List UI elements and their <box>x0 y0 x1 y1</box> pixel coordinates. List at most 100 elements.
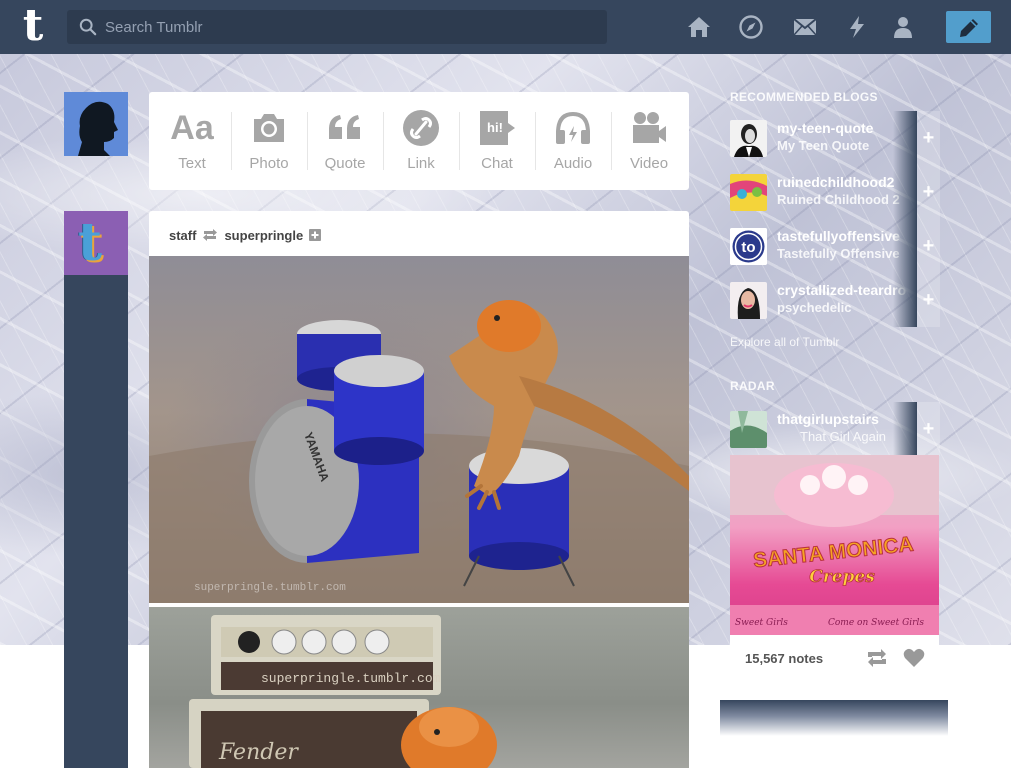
post-photo-button[interactable]: Photo <box>231 92 307 190</box>
to-logo-text: to <box>741 239 755 256</box>
like-heart-icon[interactable] <box>903 648 925 668</box>
blog-avatar[interactable] <box>730 174 767 211</box>
blog-avatar[interactable]: to <box>730 228 767 265</box>
link-icon <box>403 110 439 146</box>
man-portrait-icon <box>730 120 767 157</box>
awning-right-text: Come on Sweet Girls <box>828 618 924 628</box>
radar-title: RADAR <box>730 379 775 393</box>
post-quote-button[interactable]: Quote <box>307 92 383 190</box>
photo-watermark: superpringle.tumblr.com <box>194 582 346 594</box>
blog-avatar[interactable] <box>730 120 767 157</box>
post-link-label: Link <box>407 155 435 172</box>
post-chat-button[interactable]: hi! Chat <box>459 92 535 190</box>
post-photo-label: Photo <box>249 155 289 172</box>
blog-name[interactable]: my-teen-quote <box>777 120 907 136</box>
staff-t-logo: t <box>78 212 103 273</box>
fade-overlay <box>893 273 917 327</box>
quote-icon <box>329 115 360 139</box>
cartoon-avatar-icon <box>730 174 767 211</box>
fade-overlay <box>893 165 917 219</box>
tumblr-logo[interactable]: t <box>16 4 50 48</box>
post-chat-label: Chat <box>481 155 513 172</box>
post-text-label: Text <box>178 155 206 172</box>
follow-button[interactable]: + <box>917 219 940 273</box>
post-header: staff superpringle <box>169 227 322 243</box>
post-audio-button[interactable]: Audio <box>535 92 611 190</box>
post-text-button[interactable]: Aa Text <box>154 92 230 190</box>
blog-name[interactable]: crystallized-teardrop <box>777 282 907 298</box>
search-box[interactable] <box>67 10 607 44</box>
sign-subtext: Crepes <box>809 567 875 587</box>
post-quote-label: Quote <box>324 155 366 172</box>
fade-overlay <box>893 219 917 273</box>
post-photo-amp[interactable]: superpringle.tumblr.com Fender <box>149 607 689 768</box>
dashboard-post: staff superpringle YAMAHA superpringle.t… <box>149 211 689 768</box>
post-video-button[interactable]: Video <box>611 92 687 190</box>
blog-name[interactable]: tastefullyoffensive <box>777 228 907 244</box>
fade-overlay <box>893 402 917 456</box>
sidebar-footer-strip <box>720 700 948 736</box>
compose-button[interactable] <box>946 11 991 43</box>
notes-count[interactable]: 15,567 notes <box>745 651 823 666</box>
top-navigation-bar: t <box>0 0 1011 54</box>
amp-watermark: superpringle.tumblr.com <box>261 671 441 686</box>
blog-title: Tastefully Offensive <box>777 246 900 261</box>
account-icon[interactable] <box>890 14 916 40</box>
chat-glyph: hi! <box>487 120 503 135</box>
girl-portrait-icon <box>730 282 767 319</box>
awning-left-text: Sweet Girls <box>735 618 788 628</box>
fade-overlay <box>893 111 917 165</box>
recommended-blogs-title: RECOMMENDED BLOGS <box>730 90 878 104</box>
post-photo-drums[interactable]: YAMAHA superpringle.tumblr.com <box>149 256 689 603</box>
search-icon <box>79 18 97 36</box>
staff-avatar[interactable]: t <box>64 211 128 275</box>
lizard-drumkit-image: YAMAHA superpringle.tumblr.com <box>149 300 689 603</box>
explore-all-link[interactable]: Explore all of Tumblr <box>730 335 839 349</box>
to-logo-icon: to <box>730 228 767 265</box>
recommended-blog-item[interactable]: crystallized-teardrop psychedelic + <box>730 273 940 327</box>
recommended-blog-item[interactable]: ruinedchildhood2 Ruined Childhood 2 + <box>730 165 940 219</box>
blog-avatar[interactable] <box>730 282 767 319</box>
post-avatar-rail <box>64 211 128 768</box>
amp-brand-text: Fender <box>218 740 299 765</box>
follow-plus-icon[interactable] <box>309 229 322 241</box>
camera-icon <box>254 114 284 142</box>
headphones-icon <box>556 111 590 144</box>
blog-title: psychedelic <box>777 300 852 315</box>
follow-button[interactable]: + <box>917 165 940 219</box>
post-audio-label: Audio <box>553 155 593 172</box>
lizard-amp-image: superpringle.tumblr.com Fender <box>189 615 497 768</box>
blog-name[interactable]: ruinedchildhood2 <box>777 174 907 190</box>
radar-blog-avatar-image <box>730 411 767 448</box>
reblogged-from-link[interactable]: superpringle <box>224 228 303 243</box>
silhouette-icon <box>64 92 128 156</box>
reblog-icon <box>203 229 218 241</box>
search-input[interactable] <box>105 10 595 44</box>
radar-blog-item[interactable]: thatgirlupstairs That Girl Again + <box>730 402 940 456</box>
video-camera-icon <box>633 112 666 143</box>
recommended-blog-item[interactable]: to tastefullyoffensive Tastefully Offens… <box>730 219 940 273</box>
blog-title: Ruined Childhood 2 <box>777 192 900 207</box>
post-video-label: Video <box>629 155 669 172</box>
follow-button[interactable]: + <box>917 111 940 165</box>
blog-name[interactable]: thatgirlupstairs <box>777 411 907 427</box>
post-author-link[interactable]: staff <box>169 228 196 243</box>
user-avatar[interactable] <box>64 92 128 156</box>
follow-button[interactable]: + <box>917 273 940 327</box>
explore-icon[interactable] <box>738 14 764 40</box>
inbox-icon[interactable] <box>792 14 818 40</box>
reblog-icon[interactable] <box>866 648 888 668</box>
activity-icon[interactable] <box>844 14 870 40</box>
pencil-icon <box>960 19 978 37</box>
blog-title: My Teen Quote <box>777 138 870 153</box>
post-type-bar: Aa Text Photo Quote Link hi! Chat Audio … <box>149 92 689 190</box>
radar-post-image[interactable]: SANTA MONICA Crepes Sweet Girls Come on … <box>730 455 939 635</box>
post-link-button[interactable]: Link <box>383 92 459 190</box>
recommended-blog-item[interactable]: my-teen-quote My Teen Quote + <box>730 111 940 165</box>
santa-monica-crepes-image: SANTA MONICA Crepes Sweet Girls Come on … <box>730 455 939 635</box>
home-icon[interactable] <box>686 14 712 40</box>
blog-avatar[interactable] <box>730 411 767 448</box>
follow-button[interactable]: + <box>917 402 940 456</box>
text-icon: Aa <box>170 109 214 147</box>
radar-post-card: SANTA MONICA Crepes Sweet Girls Come on … <box>730 455 939 680</box>
